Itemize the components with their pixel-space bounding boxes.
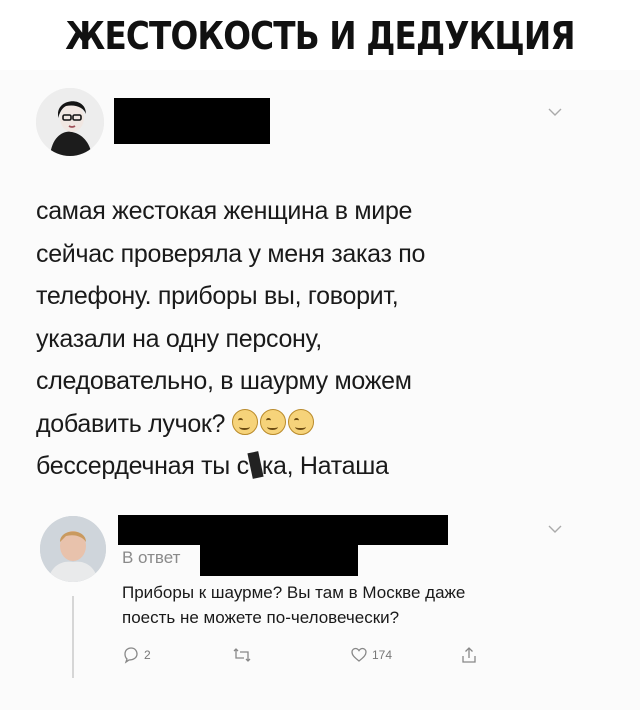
author-name-redaction	[114, 98, 270, 144]
avatar-image-icon	[40, 516, 106, 582]
tweet-line-text: добавить лучок?	[36, 409, 226, 438]
reply-mention-redaction	[200, 540, 358, 576]
retweet-icon	[233, 648, 251, 662]
share-icon	[462, 647, 476, 663]
winking-face-icon	[287, 408, 314, 435]
retweet-action[interactable]	[232, 646, 256, 664]
reply-to-label: В ответ	[122, 548, 181, 567]
avatar-image-icon	[36, 88, 104, 156]
tweet-actions: 2 174	[122, 646, 502, 668]
like-action[interactable]: 174	[350, 646, 392, 664]
tweet-line-text: бессердечная ты с	[36, 452, 249, 480]
author-avatar[interactable]	[36, 88, 104, 156]
page-title: ЖЕСТОКОСТЬ И ДЕДУКЦИЯ	[65, 14, 575, 58]
reply-action[interactable]: 2	[122, 646, 151, 664]
winking-face-icon	[259, 408, 286, 435]
tweet-line: телефону. приборы вы, говорит,	[36, 282, 399, 310]
reply-author-avatar[interactable]	[40, 516, 106, 582]
tweet-line-censored: бессердечная ты с ка, Наташа	[36, 445, 596, 488]
winking-face-icon	[231, 408, 258, 435]
reply-line: Приборы к шаурме? Вы там в Москве даже	[122, 583, 466, 602]
chevron-down-icon[interactable]	[548, 107, 562, 117]
reply-count: 2	[144, 648, 151, 662]
tweet-line: самая жестокая женщина в мире	[36, 197, 413, 225]
chevron-down-icon[interactable]	[548, 524, 562, 534]
share-action[interactable]	[460, 646, 478, 664]
tweet-line: сейчас проверяла у меня заказ по	[36, 239, 426, 268]
thread-line	[72, 596, 74, 678]
tweet-line-with-emoji: добавить лучок?	[36, 403, 596, 446]
tweet-line: следовательно, в шаурму можем	[36, 367, 412, 395]
reply-icon	[124, 647, 138, 664]
tweet-line: указали на одну персону,	[36, 324, 322, 353]
tweet-line-text: ка, Наташа	[261, 452, 389, 480]
heart-icon	[351, 647, 367, 662]
tweet-body: самая жестокая женщина в мире сейчас про…	[36, 190, 596, 488]
reply-line: поесть не можете по-человечески?	[122, 608, 400, 627]
reply-body: Приборы к шаурме? Вы там в Москве даже п…	[122, 580, 592, 630]
like-count: 174	[372, 648, 393, 662]
